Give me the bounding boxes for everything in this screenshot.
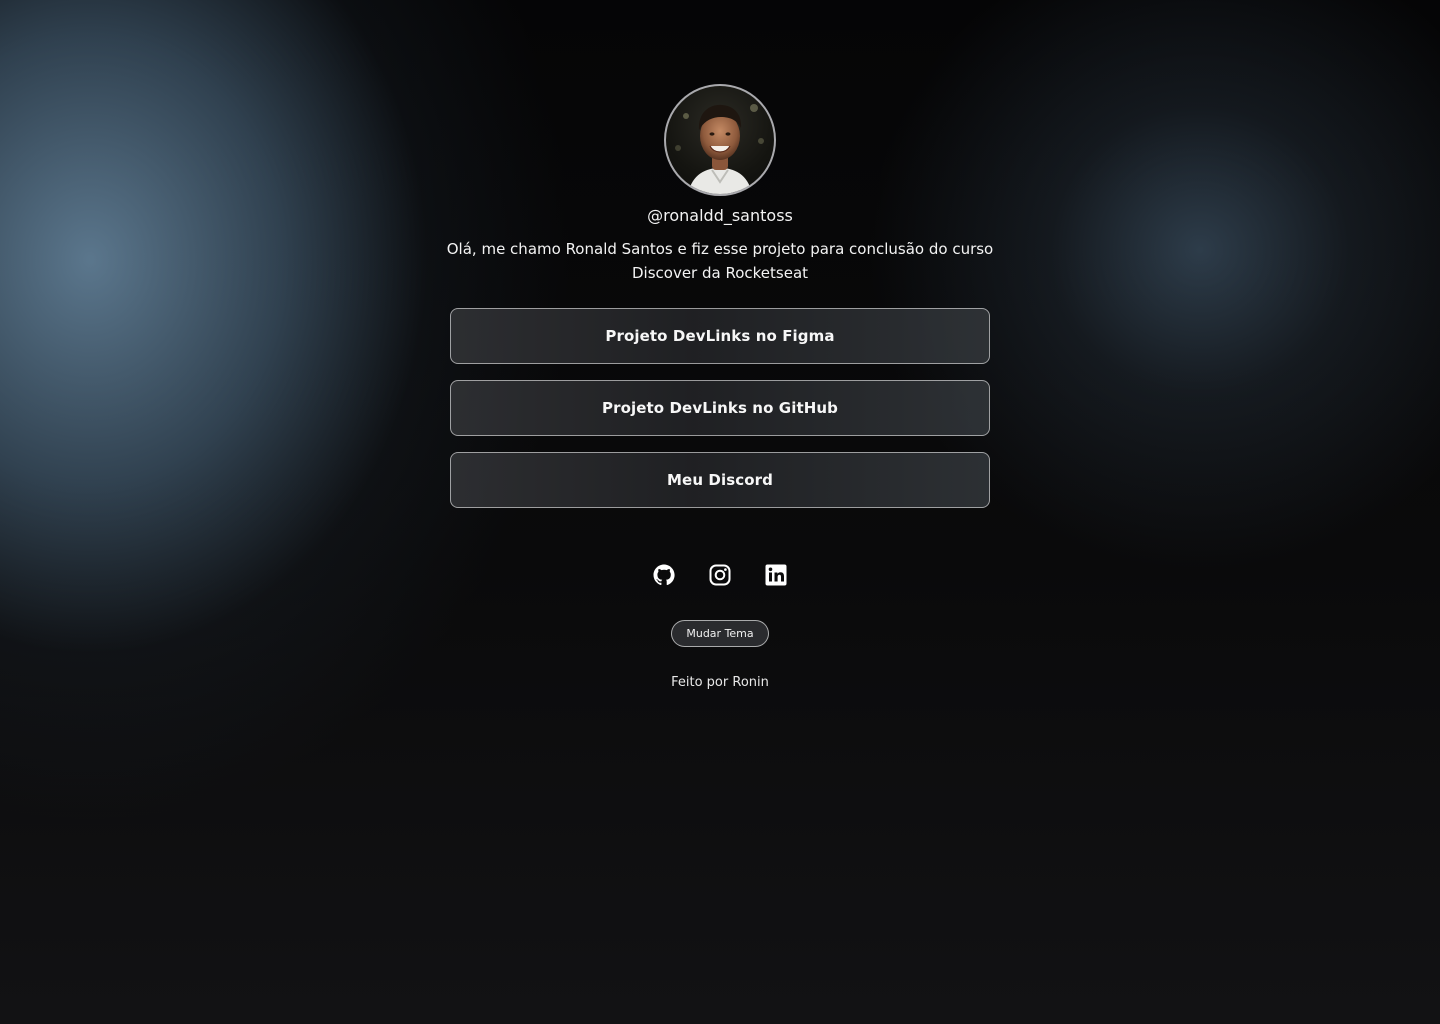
avatar-photo (675, 104, 764, 194)
github-icon[interactable] (652, 563, 676, 587)
profile-username: @ronaldd_santoss (647, 206, 793, 225)
devlinks-page: @ronaldd_santoss Olá, me chamo Ronald Sa… (0, 0, 1440, 1024)
link-figma-button[interactable]: Projeto DevLinks no Figma (450, 308, 990, 364)
social-links (0, 563, 1440, 587)
bio-line: Discover da Rocketseat (631, 264, 809, 282)
avatar (664, 84, 776, 196)
footer-credit: Feito por Ronin (671, 675, 769, 690)
bio-line: Olá, me chamo Ronald Santos e fiz esse p… (446, 240, 994, 258)
instagram-icon[interactable] (708, 563, 732, 587)
profile-bio: Olá, me chamo Ronald Santos e fiz esse p… (440, 237, 1000, 285)
linkedin-icon[interactable] (764, 563, 788, 587)
link-list: Projeto DevLinks no Figma Projeto DevLin… (450, 308, 990, 524)
link-github-button[interactable]: Projeto DevLinks no GitHub (450, 380, 990, 436)
theme-toggle-button[interactable]: Mudar Tema (671, 620, 769, 647)
link-discord-button[interactable]: Meu Discord (450, 452, 990, 508)
